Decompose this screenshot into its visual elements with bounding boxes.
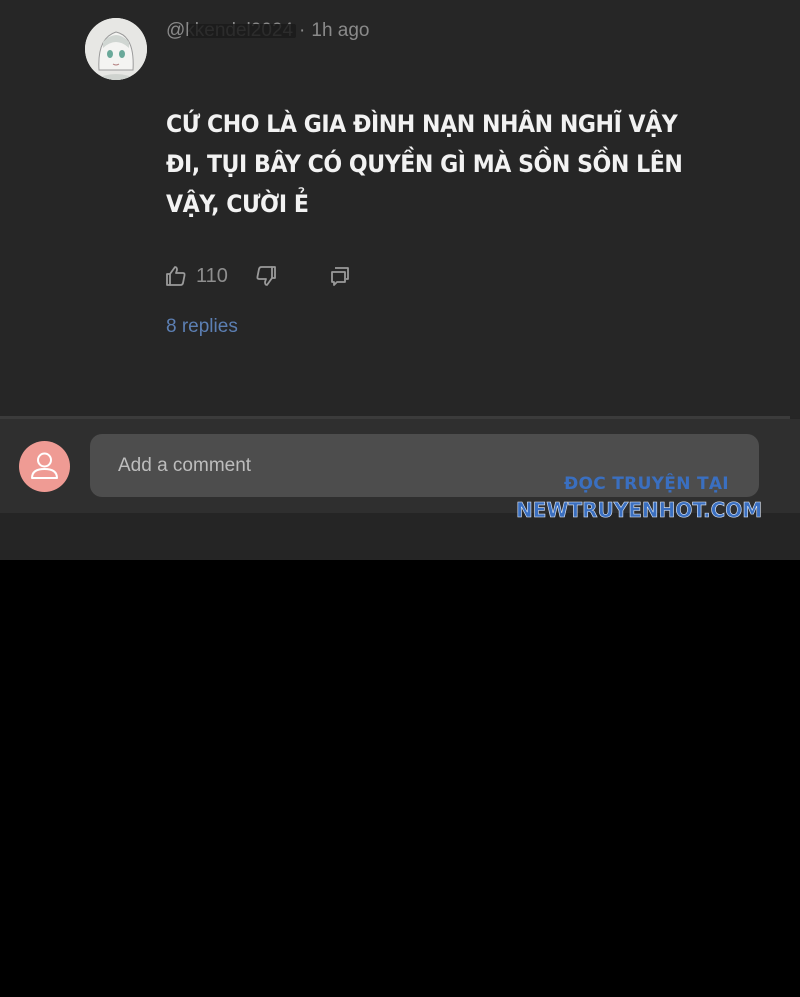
comment-actions: 110 [164, 260, 352, 292]
anime-avatar-image [85, 18, 147, 80]
watermark-line1: ĐỌC TRUYỆN TẠI [564, 474, 729, 494]
thumbs-down-icon[interactable] [254, 264, 278, 288]
thumbs-up-icon[interactable] [164, 264, 188, 288]
handle-redaction [188, 24, 296, 38]
separator-dot: · [299, 20, 306, 41]
watermark-line2: NEWTRUYENHOT.COM [516, 498, 763, 523]
author-avatar[interactable] [85, 18, 147, 80]
like-count: 110 [196, 264, 228, 287]
view-replies-link[interactable]: 8 replies [166, 316, 238, 338]
person-icon [31, 452, 58, 479]
comment-item: @kkendel2024 · 1h ago CỨ CHO LÀ GIA ĐÌNH… [0, 0, 800, 418]
user-avatar [19, 441, 70, 492]
comment-panel: @kkendel2024 · 1h ago CỨ CHO LÀ GIA ĐÌNH… [0, 0, 800, 560]
comment-body: CỨ CHO LÀ GIA ĐÌNH NẠN NHÂN NGHĨ VẬY ĐI,… [166, 110, 683, 218]
author-handle[interactable]: @kkendel2024 [166, 20, 296, 42]
comment-meta: @kkendel2024 · 1h ago [166, 18, 370, 44]
comment-time: 1h ago [311, 20, 370, 41]
reply-icon[interactable] [328, 264, 352, 288]
